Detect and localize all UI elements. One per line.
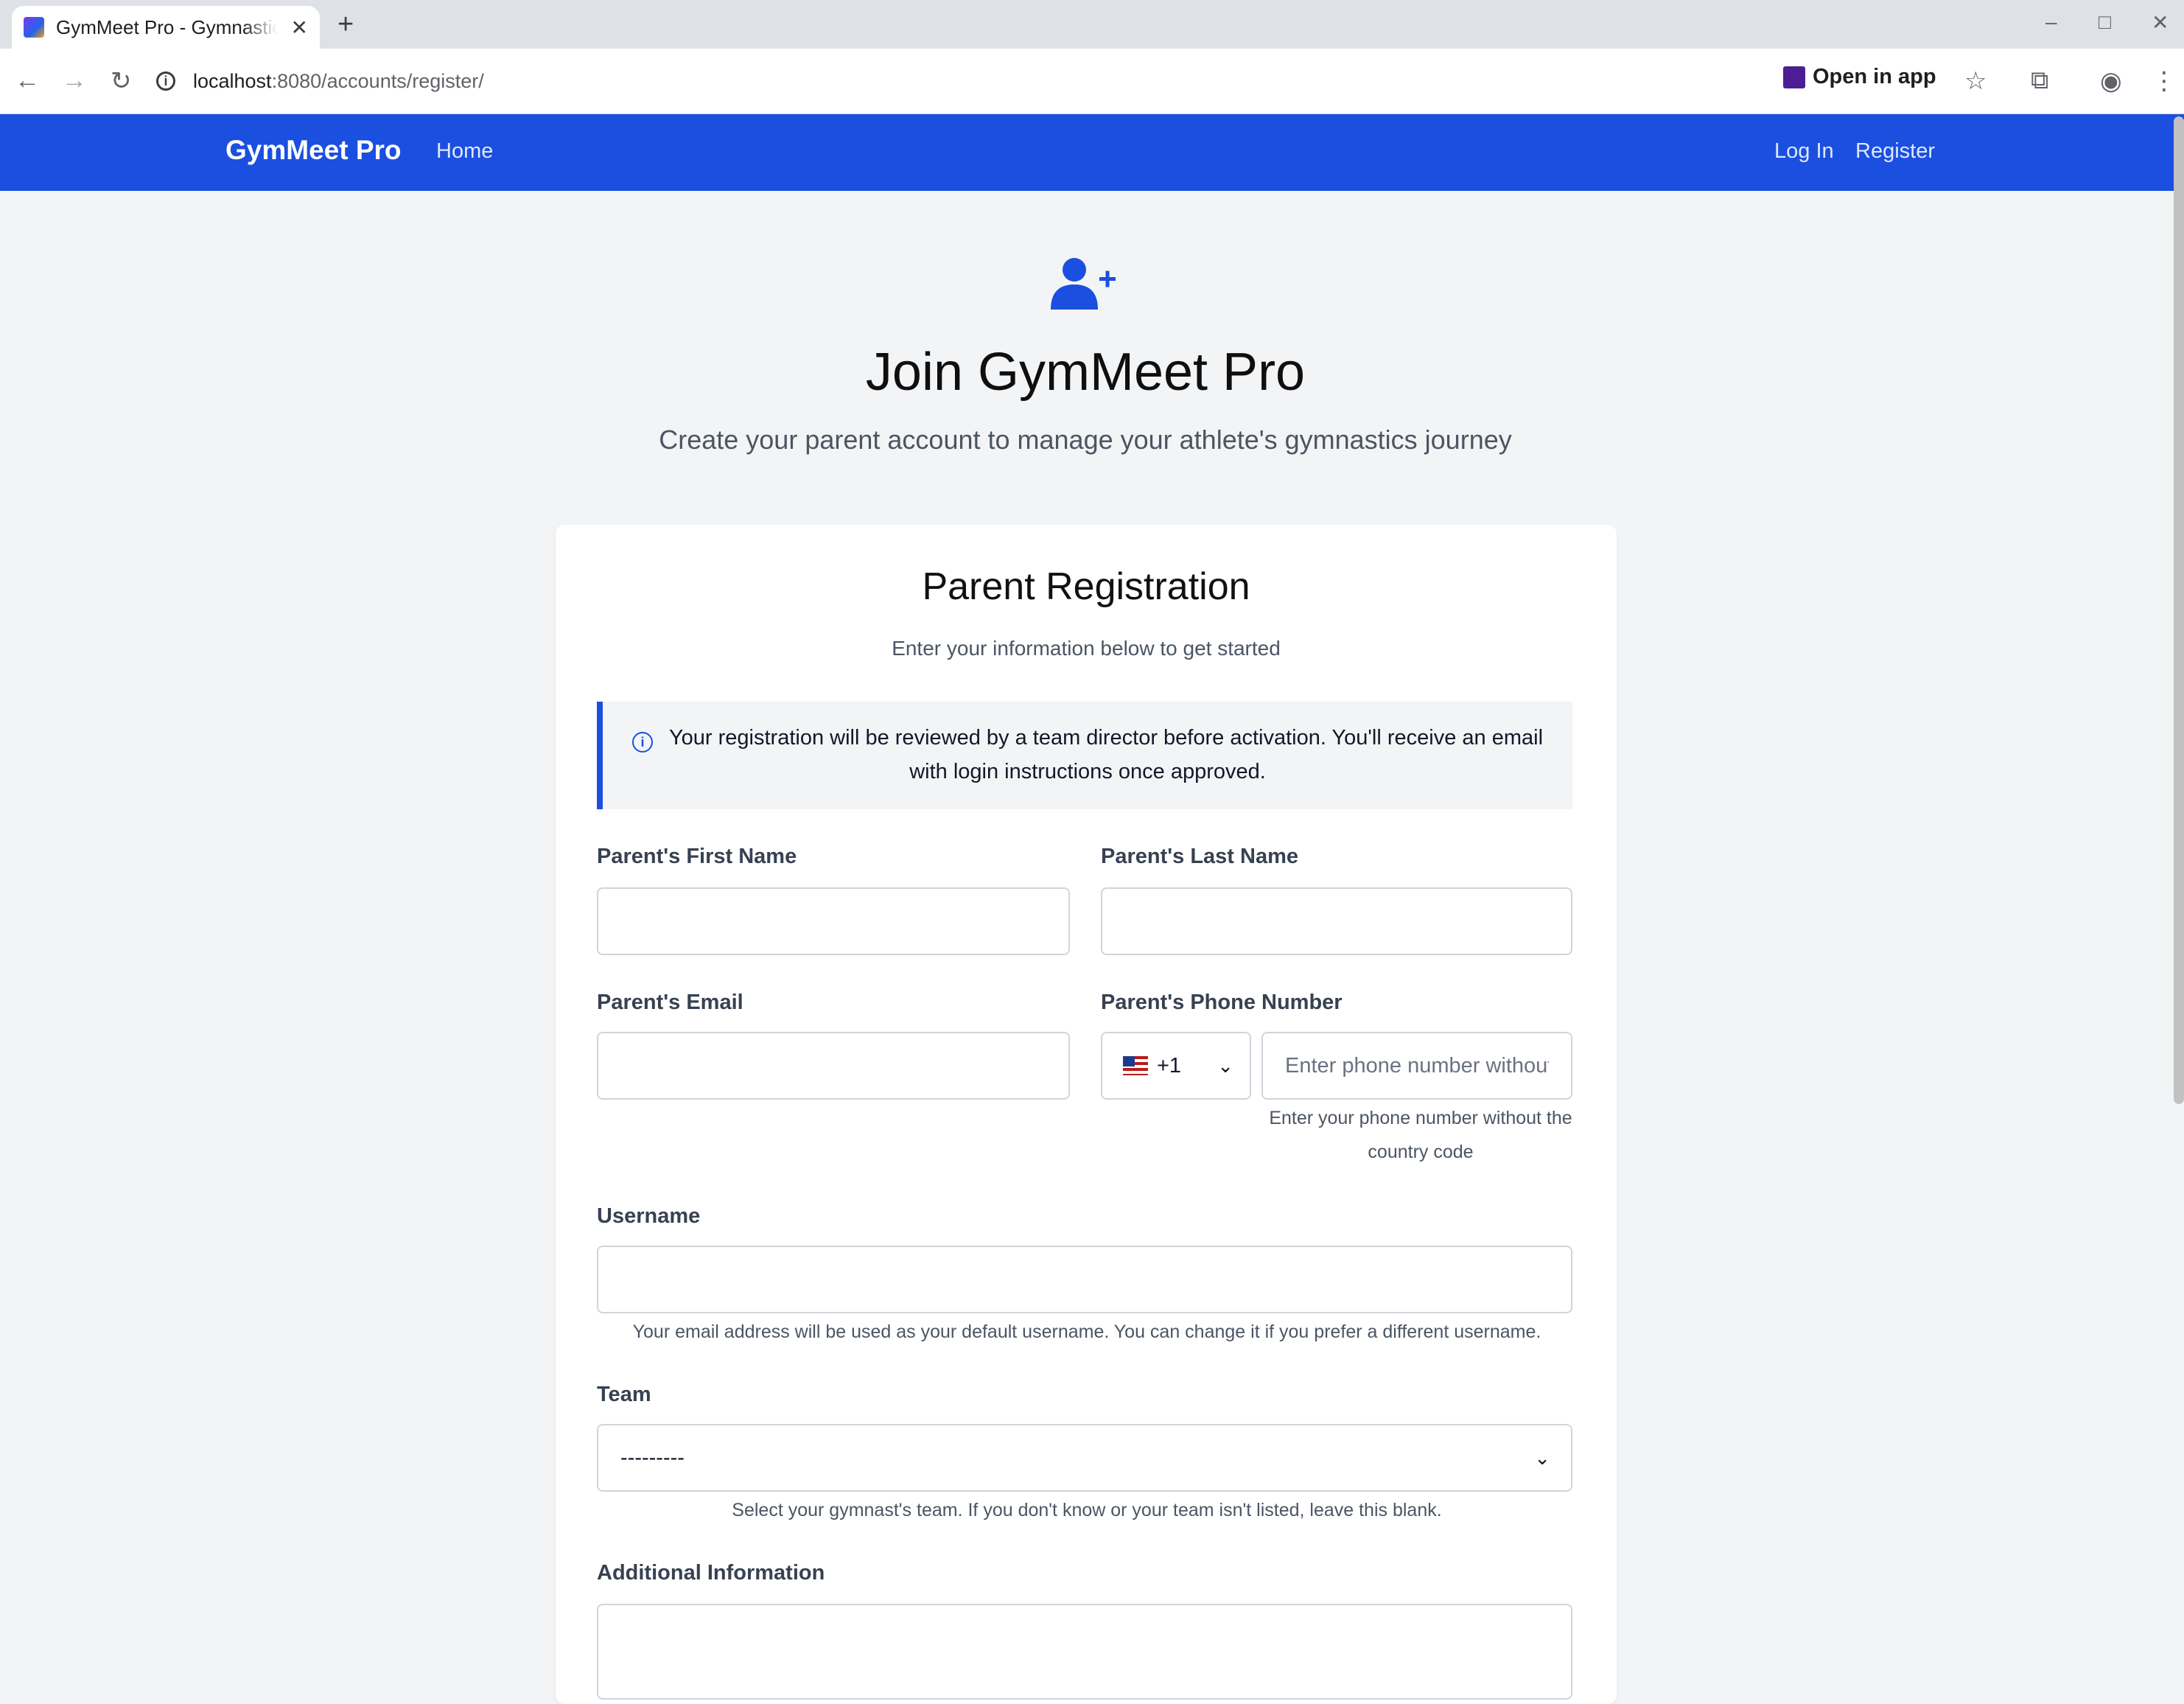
- username-field[interactable]: [597, 1246, 1572, 1313]
- first-name-label: Parent's First Name: [597, 845, 797, 868]
- phone-label: Parent's Phone Number: [1101, 991, 1343, 1014]
- team-selected-value: ---------: [620, 1445, 685, 1470]
- nav-login-link[interactable]: Log In: [1774, 139, 1834, 164]
- back-icon[interactable]: ←: [15, 66, 40, 95]
- additional-info-label: Additional Information: [597, 1561, 825, 1585]
- forward-icon[interactable]: →: [62, 66, 87, 95]
- nav-home-link[interactable]: Home: [436, 139, 493, 164]
- site-navbar: GymMeet Pro Home Log In Register: [0, 114, 2184, 191]
- browser-tab[interactable]: GymMeet Pro - Gymnastics ✕: [12, 6, 320, 49]
- us-flag-icon: [1123, 1056, 1148, 1075]
- additional-info-textarea[interactable]: [597, 1604, 1572, 1700]
- last-name-label: Parent's Last Name: [1101, 845, 1299, 868]
- open-in-app-label: Open in app: [1813, 65, 1936, 88]
- last-name-field[interactable]: [1101, 887, 1572, 955]
- minimize-icon[interactable]: –: [2045, 10, 2057, 34]
- country-code-select[interactable]: +1 ⌄: [1101, 1032, 1251, 1100]
- card-subtitle: Enter your information below to get star…: [892, 637, 1281, 660]
- maximize-icon[interactable]: □: [2099, 10, 2111, 34]
- info-alert: i Your registration will be reviewed by a…: [597, 702, 1572, 809]
- first-name-field[interactable]: [597, 887, 1070, 955]
- menu-kebab-icon[interactable]: ⋮: [2152, 66, 2177, 96]
- chevron-down-icon: ⌄: [1534, 1446, 1550, 1469]
- app-icon: [1783, 66, 1805, 88]
- bookmark-star-icon[interactable]: ☆: [1964, 66, 1987, 96]
- url-host: localhost: [193, 69, 272, 92]
- card-title: Parent Registration: [922, 565, 1250, 608]
- page-title: Join GymMeet Pro: [865, 343, 1306, 402]
- tab-title: GymMeet Pro - Gymnastics: [56, 15, 277, 38]
- open-in-app-button[interactable]: Open in app: [1783, 65, 1936, 89]
- browser-tab-strip: GymMeet Pro - Gymnastics ✕ + – □ ✕: [0, 0, 2184, 49]
- brand-logo[interactable]: GymMeet Pro: [225, 135, 402, 166]
- team-help-text: Select your gymnast's team. If you don't…: [732, 1500, 1442, 1520]
- phone-help-text: Enter your phone number without the coun…: [1269, 1108, 1572, 1162]
- site-favicon-icon: [24, 17, 44, 38]
- add-user-icon: [1051, 258, 1116, 310]
- team-label: Team: [597, 1383, 651, 1406]
- email-label: Parent's Email: [597, 991, 743, 1014]
- url-path: :8080/accounts/register/: [271, 69, 484, 92]
- tab-search-icon[interactable]: ⧉: [2031, 66, 2048, 95]
- country-code-value: +1: [1157, 1053, 1182, 1078]
- email-field[interactable]: [597, 1032, 1070, 1100]
- reload-icon[interactable]: ↻: [111, 66, 132, 96]
- page-subtitle: Create your parent account to manage you…: [659, 425, 1512, 455]
- chevron-down-icon: ⌄: [1217, 1054, 1233, 1077]
- site-info-icon[interactable]: i: [156, 71, 175, 91]
- info-icon: i: [631, 732, 653, 753]
- browser-toolbar: ← → ↻ i localhost :8080/accounts/registe…: [0, 49, 2184, 114]
- page-content: Join GymMeet Pro Create your parent acco…: [0, 190, 2171, 1704]
- close-window-icon[interactable]: ✕: [2152, 10, 2169, 35]
- address-bar[interactable]: i localhost :8080/accounts/register/: [156, 59, 2020, 103]
- team-select[interactable]: --------- ⌄: [597, 1424, 1572, 1492]
- alert-text: Your registration will be reviewed by a …: [668, 726, 1544, 783]
- username-help-text: Your email address will be used as your …: [632, 1321, 1541, 1342]
- tab-close-icon[interactable]: ✕: [291, 15, 308, 40]
- username-label: Username: [597, 1204, 701, 1228]
- profile-icon[interactable]: ◉: [2100, 66, 2122, 96]
- page-scrollbar[interactable]: [2174, 116, 2184, 1104]
- phone-number-field[interactable]: [1261, 1032, 1572, 1100]
- new-tab-icon[interactable]: +: [337, 9, 354, 41]
- registration-card: Parent Registration Enter your informati…: [556, 525, 1617, 1704]
- nav-register-link[interactable]: Register: [1855, 139, 1935, 164]
